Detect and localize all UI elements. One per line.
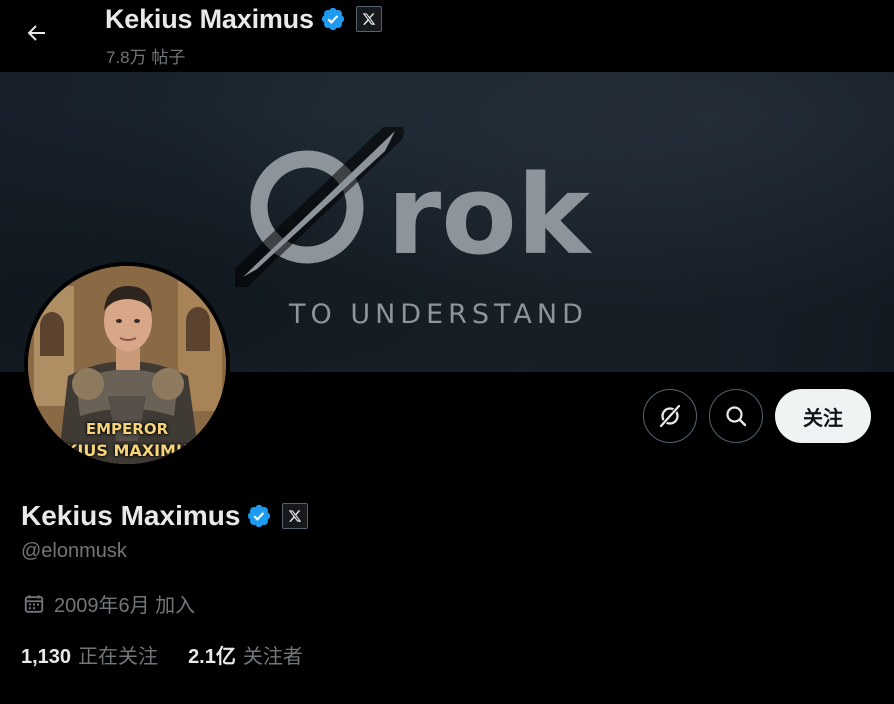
followers-link[interactable]: 2.1亿 关注者 (188, 640, 303, 669)
back-arrow-icon (27, 25, 45, 41)
followers-label: 关注者 (242, 646, 303, 668)
grok-icon (659, 404, 681, 428)
search-icon (726, 406, 747, 427)
x-affiliate-icon[interactable] (355, 6, 382, 32)
following-link[interactable]: 1,130 正在关注 (21, 640, 158, 669)
top-header: Kekius Maximus 7.8万 帖子 (0, 0, 894, 72)
followers-count: 2.1亿 (188, 646, 236, 668)
following-count: 1,130 (21, 646, 72, 668)
avatar[interactable]: EMPEROR KIUS MAXIMU (24, 262, 230, 468)
joined-text: 2009年6月 加入 (54, 595, 196, 617)
profile-name: Kekius Maximus (21, 500, 241, 531)
follow-button[interactable]: 关注 (775, 389, 871, 443)
avatar-caption-line2: KIUS MAXIMU (65, 441, 189, 460)
grok-button[interactable] (643, 389, 697, 443)
banner-tagline: TO UNDERSTAND (289, 299, 588, 330)
search-button[interactable] (709, 389, 763, 443)
back-button[interactable] (16, 13, 56, 53)
posts-count: 7.8万 帖子 (106, 48, 186, 67)
header-name: Kekius Maximus (105, 3, 314, 34)
grok-logo: rok (235, 127, 593, 287)
banner-logo-text: rok (387, 151, 593, 279)
profile-name-row: Kekius Maximus (21, 499, 309, 533)
avatar-caption-line1: EMPEROR (85, 420, 169, 438)
profile-handle: @elonmusk (21, 540, 127, 562)
avatar-image: EMPEROR KIUS MAXIMU (28, 266, 226, 464)
header-title-row: Kekius Maximus (105, 2, 382, 36)
calendar-icon (23, 593, 45, 615)
following-label: 正在关注 (78, 646, 159, 668)
x-affiliate-icon[interactable] (282, 503, 309, 529)
joined-date: 2009年6月 加入 (23, 589, 195, 618)
follow-stats: 1,130 正在关注 2.1亿 关注者 (21, 640, 303, 669)
verified-badge-icon[interactable] (246, 503, 272, 529)
verified-badge-icon[interactable] (320, 6, 346, 32)
